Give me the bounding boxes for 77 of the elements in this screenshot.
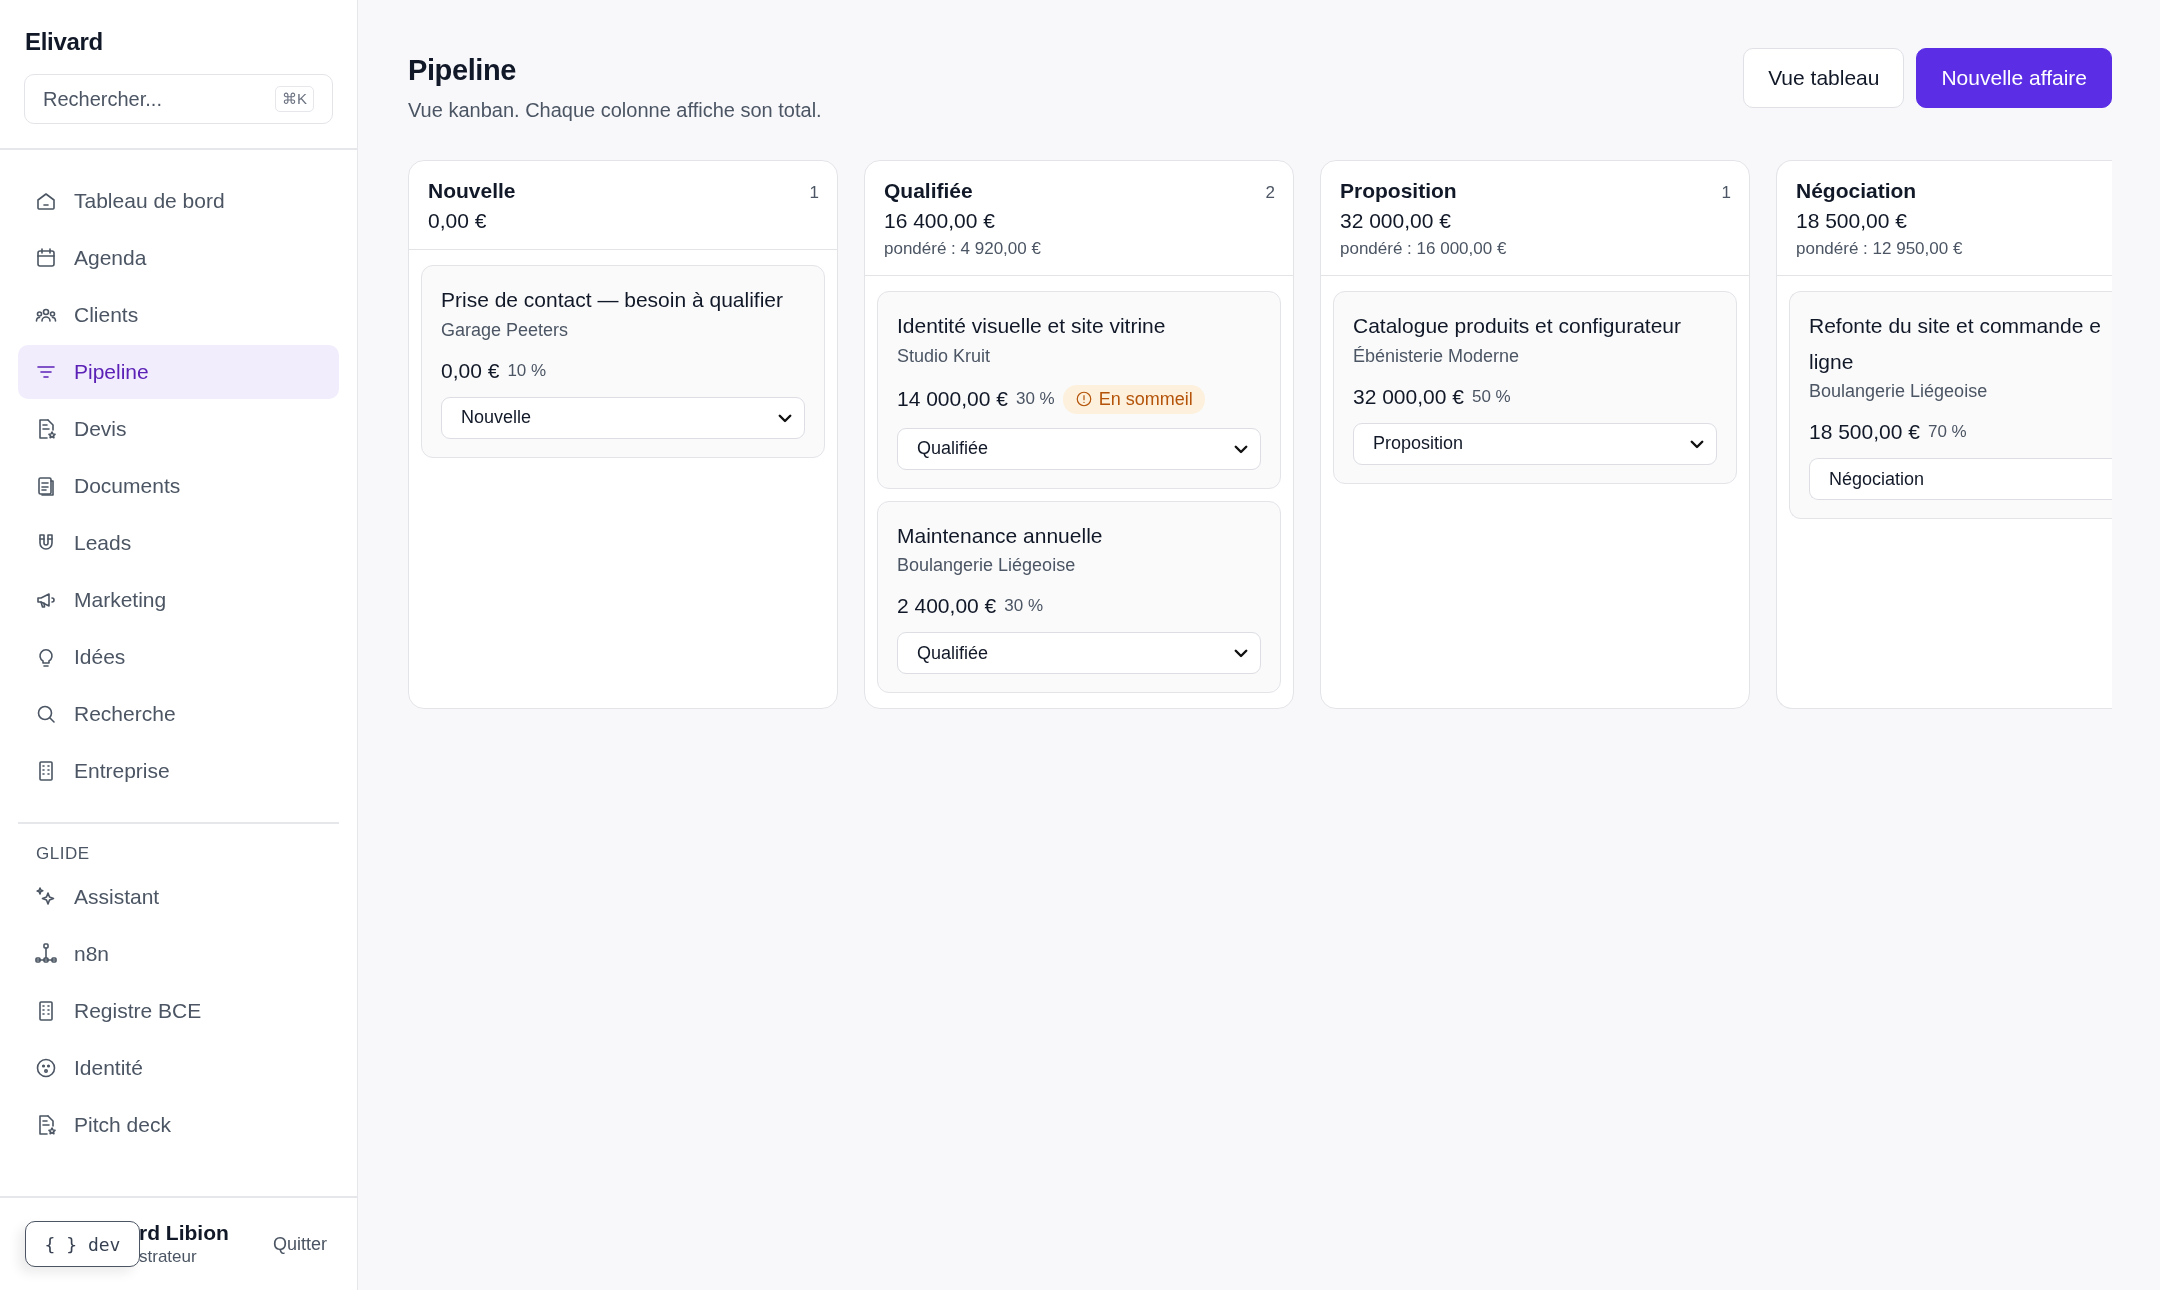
client-name: Garage Peeters bbox=[441, 319, 570, 341]
deal-count: 2 bbox=[1265, 183, 1275, 203]
sidebar-item[interactable]: Entreprise bbox=[18, 744, 339, 798]
stage-select[interactable]: Négociation bbox=[1809, 458, 2112, 501]
new-deal-button[interactable]: Nouvelle affaire bbox=[1916, 48, 2112, 108]
sidebar-item[interactable]: Pipeline bbox=[18, 345, 339, 399]
sidebar-item[interactable]: Leads bbox=[18, 516, 339, 570]
deal-count: 1 bbox=[809, 183, 819, 203]
section-title: GLIDE bbox=[35, 843, 91, 865]
page-subtitle: Vue kanban. Chaque colonne affiche son total. bbox=[408, 99, 822, 122]
logout-link[interactable]: Quitter bbox=[272, 1233, 327, 1255]
column-total: 32 000,00 € bbox=[1340, 209, 1452, 233]
deal-title: Prise de contact — besoin à qualifier bbox=[441, 287, 785, 313]
sidebar-item[interactable]: Idées bbox=[18, 630, 339, 684]
stage-select[interactable]: Qualifiée bbox=[897, 427, 1261, 470]
weighted-total: pondéré : 12 950,00 € bbox=[1796, 239, 1963, 259]
column-total: 0,00 € bbox=[428, 209, 488, 233]
deal-probability: 70 % bbox=[1927, 422, 1967, 443]
stage-select[interactable]: Proposition bbox=[1353, 422, 1717, 465]
deal-card[interactable]: Maintenance annuelle Boulangerie Liégeoise 2 400,00 € 30 % Qualifiée bbox=[877, 500, 1281, 694]
deal-title: Refonte du site et commande e ligne bbox=[1809, 313, 2102, 375]
user-name: rd Libion bbox=[139, 1221, 229, 1245]
user-role: strateur bbox=[139, 1247, 198, 1267]
column-total: 16 400,00 € bbox=[884, 209, 996, 233]
status-tag: En sommeil bbox=[1062, 384, 1205, 414]
network-icon bbox=[34, 942, 58, 966]
sidebar-item[interactable]: Documents bbox=[18, 459, 339, 513]
sidebar-item[interactable]: Marketing bbox=[18, 573, 339, 627]
search-field[interactable]: Rechercher... ⌘K bbox=[24, 74, 333, 124]
deal-amount: 14 000,00 € bbox=[897, 387, 1008, 412]
weighted-total: pondéré : 4 920,00 € bbox=[884, 239, 1041, 259]
column-title: Qualifiée bbox=[884, 179, 974, 203]
deal-card[interactable]: Prise de contact — besoin à qualifier Garage Peeters 0,00 € 10 % Nouvelle bbox=[421, 265, 825, 458]
deal-title: Catalogue produits et configurateur bbox=[1353, 313, 1683, 339]
deal-count: 1 bbox=[1721, 183, 1731, 203]
calendar-icon bbox=[34, 246, 58, 270]
deal-probability: 50 % bbox=[1471, 386, 1511, 407]
brand-name: Elivard bbox=[25, 28, 104, 56]
sidebar-item[interactable]: n8n bbox=[18, 927, 339, 981]
client-name: Boulangerie Liégeoise bbox=[1809, 381, 1989, 403]
client-name: Boulangerie Liégeoise bbox=[897, 555, 1077, 577]
page-title: Pipeline bbox=[408, 54, 517, 87]
sidebar-item[interactable]: Clients bbox=[18, 288, 339, 342]
sidebar-item[interactable]: Assistant bbox=[18, 870, 339, 924]
alert-icon bbox=[1074, 390, 1093, 409]
sidebar-item[interactable]: Recherche bbox=[18, 687, 339, 741]
deal-amount: 32 000,00 € bbox=[1353, 384, 1464, 409]
column-total: 18 500,00 € bbox=[1796, 209, 1908, 233]
column-title: Négociation bbox=[1796, 179, 1918, 203]
deal-probability: 10 % bbox=[507, 360, 547, 381]
column-title: Nouvelle bbox=[428, 179, 516, 203]
deal-probability: 30 % bbox=[1015, 389, 1055, 410]
column-title: Proposition bbox=[1340, 179, 1458, 203]
weighted-total: pondéré : 16 000,00 € bbox=[1340, 239, 1507, 259]
stage-select[interactable]: Qualifiée bbox=[897, 632, 1261, 675]
view-button[interactable]: Vue tableau bbox=[1743, 48, 1905, 108]
sidebar-item[interactable]: Devis bbox=[18, 402, 339, 456]
deal-card[interactable]: Identité visuelle et site vitrine Studio Kruit 14 000,00 € 30 % En sommeil Qualifiée bbox=[877, 291, 1281, 489]
dev-badge[interactable]: { } dev bbox=[25, 1221, 140, 1267]
client-name: Studio Kruit bbox=[897, 345, 992, 367]
sidebar-item[interactable]: Tableau de bord bbox=[18, 174, 339, 228]
deal-probability: 30 % bbox=[1004, 596, 1043, 617]
stage-select[interactable]: Nouvelle bbox=[441, 396, 805, 439]
smiley-icon bbox=[34, 1056, 58, 1080]
deal-amount: 2 400,00 € bbox=[897, 594, 997, 619]
deal-amount: 18 500,00 € bbox=[1809, 420, 1920, 445]
sidebar-item[interactable]: Identité bbox=[18, 1041, 339, 1095]
client-name: Ébénisterie Moderne bbox=[1353, 345, 1521, 367]
deal-title: Maintenance annuelle bbox=[897, 522, 1104, 549]
sidebar-item[interactable]: Registre BCE bbox=[18, 984, 339, 1038]
shortcut-hint: ⌘K bbox=[275, 86, 314, 112]
deal-title: Identité visuelle et site vitrine bbox=[897, 313, 1167, 339]
deal-card[interactable]: Catalogue produits et configurateur Ébénisterie Moderne 32 000,00 € 50 % Proposition bbox=[1333, 291, 1737, 484]
sidebar-item[interactable]: Agenda bbox=[18, 231, 339, 285]
deal-amount: 0,00 € bbox=[441, 358, 500, 383]
deal-card[interactable]: Refonte du site et commande e ligne Boulangerie Liégeoise 18 500,00 € 70 % Négociation bbox=[1789, 291, 2112, 520]
sidebar-item[interactable]: Pitch deck bbox=[18, 1098, 339, 1152]
